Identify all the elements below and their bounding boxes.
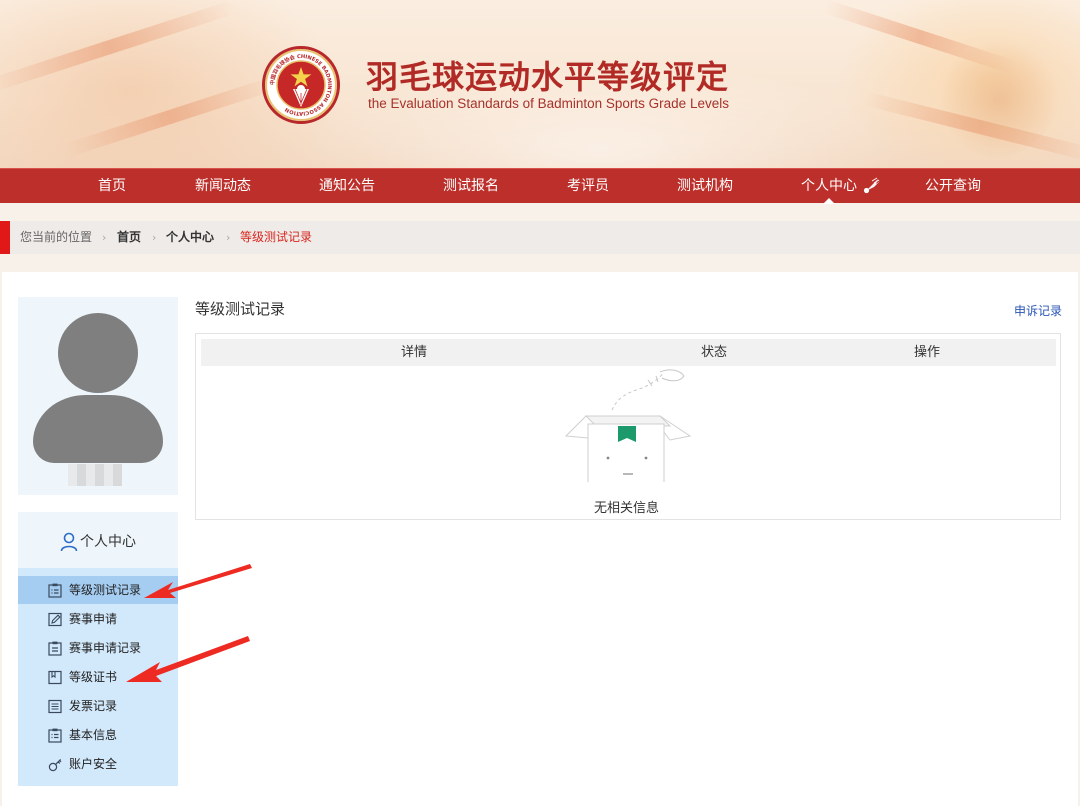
sidebar-item-event-application[interactable]: 赛事申请: [18, 605, 178, 633]
avatar-body: [33, 395, 163, 463]
sidebar-item-basic-info[interactable]: 基本信息: [18, 721, 178, 749]
certificate-icon: [48, 670, 62, 685]
site-title: 羽毛球运动水平等级评定: [366, 58, 730, 96]
association-logo[interactable]: 中国羽毛球协会 CHINESE BADMINTON ASSOCIATION: [262, 46, 340, 124]
breadcrumb-separator-icon: ›: [226, 231, 231, 244]
nav-item-personal-center[interactable]: 个人中心: [792, 169, 866, 204]
username-blurred: [68, 464, 122, 486]
breadcrumb-personal-center[interactable]: 个人中心: [166, 221, 214, 254]
pencil-edit-icon: [48, 612, 62, 627]
breadcrumb-separator-icon: ›: [152, 231, 157, 244]
breadcrumb-home[interactable]: 首页: [117, 221, 141, 254]
nav-item-examiners[interactable]: 考评员: [560, 169, 616, 204]
avatar-head: [58, 313, 138, 393]
clipboard-icon: [48, 641, 62, 656]
main-nav: 首页 新闻动态 通知公告 测试报名 考评员 测试机构 个人中心 公开查询: [0, 168, 1080, 204]
column-header-details: 详情: [401, 345, 428, 360]
column-header-actions: 操作: [914, 345, 941, 360]
sidebar-item-invoice-records[interactable]: 发票记录: [18, 692, 178, 720]
annotation-arrow-icon: [126, 636, 250, 682]
nav-item-test-institutions[interactable]: 测试机构: [668, 169, 742, 204]
user-icon: [60, 532, 78, 552]
sidebar-item-account-security[interactable]: 账户安全: [18, 750, 178, 778]
key-icon: [48, 758, 62, 772]
nav-item-home[interactable]: 首页: [82, 169, 142, 204]
nav-item-test-registration[interactable]: 测试报名: [434, 169, 508, 204]
nav-item-public-query[interactable]: 公开查询: [916, 169, 990, 204]
annotation-arrow-icon: [144, 564, 252, 598]
nav-item-news[interactable]: 新闻动态: [186, 169, 260, 204]
logo-emblem-icon: 中国羽毛球协会 CHINESE BADMINTON ASSOCIATION: [268, 53, 332, 116]
site-subtitle: the Evaluation Standards of Badminton Sp…: [368, 96, 729, 111]
breadcrumb: 您当前的位置 › 首页 › 个人中心 › 等级测试记录: [0, 221, 1080, 254]
breadcrumb-separator-icon: ›: [102, 231, 107, 244]
breadcrumb-current: 等级测试记录: [240, 230, 313, 244]
column-header-status: 状态: [701, 345, 728, 360]
appeal-records-link[interactable]: 申诉记录: [1014, 302, 1062, 319]
nav-item-notices[interactable]: 通知公告: [310, 169, 384, 204]
clipboard-list-icon: [48, 583, 62, 598]
invoice-icon: [48, 699, 62, 714]
empty-state-text: 无相关信息: [594, 501, 660, 516]
shuttlecock-icon: [863, 177, 880, 194]
breadcrumb-accent-bar: [0, 221, 10, 254]
empty-box-icon: [564, 369, 692, 482]
breadcrumb-label: 您当前的位置: [20, 230, 93, 244]
info-list-icon: [48, 728, 62, 743]
page-title: 等级测试记录: [195, 300, 286, 318]
